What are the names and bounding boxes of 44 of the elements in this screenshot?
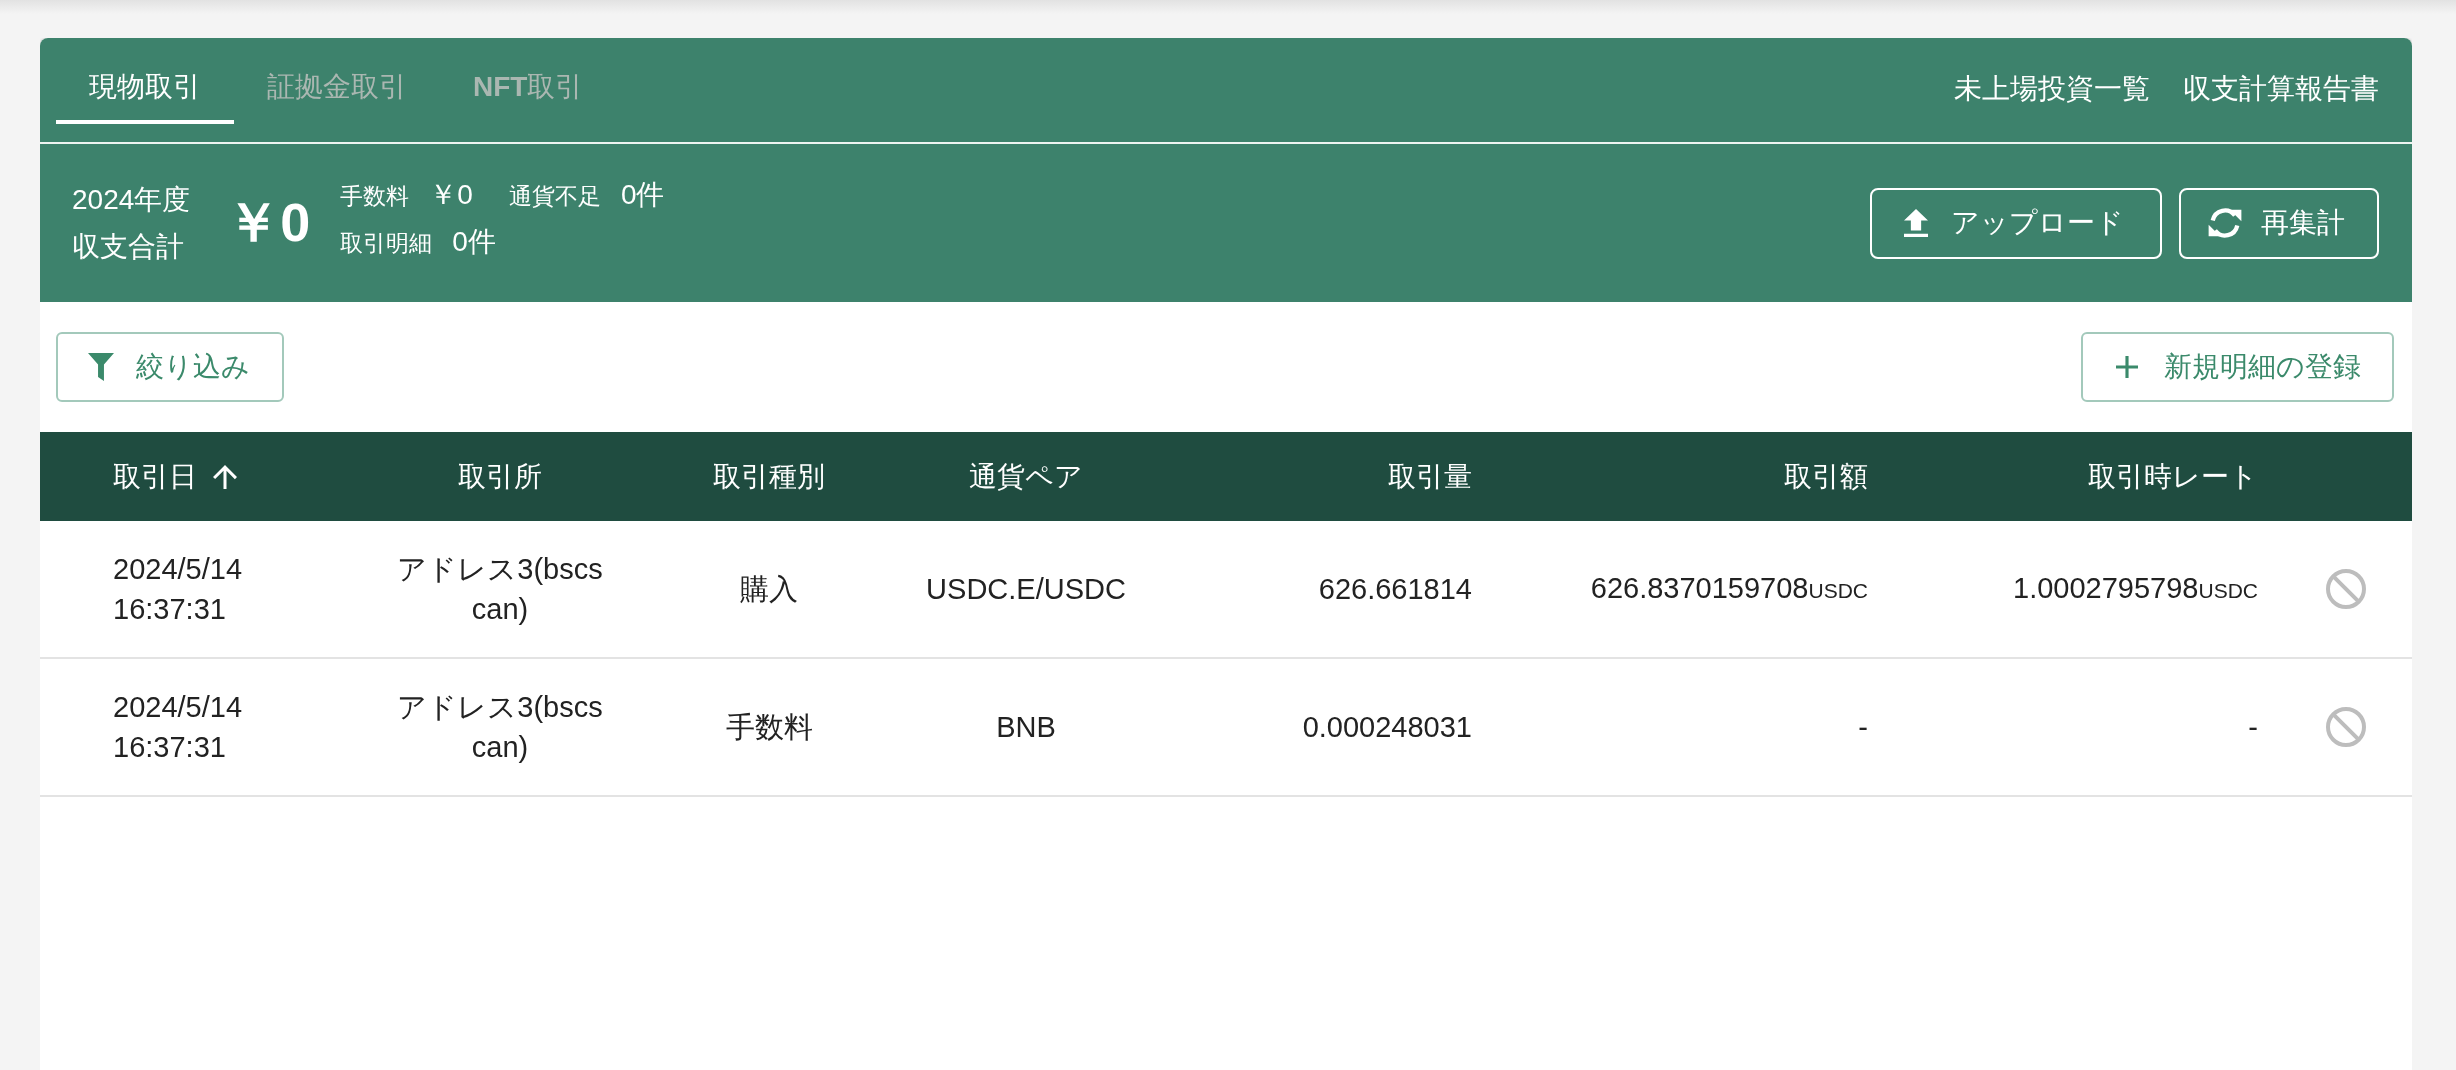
filter-button[interactable]: 絞り込み bbox=[56, 332, 284, 402]
plus-icon bbox=[2116, 356, 2138, 378]
recalculate-button[interactable]: 再集計 bbox=[2179, 187, 2379, 259]
amount-value: - bbox=[1858, 710, 1868, 745]
currency-pair: USDC.E/USDC bbox=[926, 572, 1126, 607]
block-icon[interactable] bbox=[2326, 569, 2366, 609]
header-link[interactable]: 収支計算報告書 bbox=[2183, 70, 2379, 108]
fiscal-year-label: 2024年度 bbox=[72, 183, 191, 217]
column-header[interactable]: 取引日 bbox=[113, 457, 237, 496]
date-time-text: 2024/5/14 16:37:31 bbox=[113, 690, 243, 765]
column-header[interactable]: 取引所 bbox=[458, 457, 542, 496]
currency-pair: BNB bbox=[996, 710, 1056, 745]
quantity-value: 0.000248031 bbox=[1302, 710, 1472, 745]
stat-label: 通貨不足 bbox=[508, 182, 601, 211]
refresh-icon bbox=[2207, 208, 2243, 238]
summary-title: 収支合計 bbox=[72, 230, 185, 264]
exchange-name: アドレス3(bscscan) bbox=[396, 690, 604, 765]
upload-button[interactable]: アップロード bbox=[1870, 187, 2162, 259]
column-header[interactable]: 取引種別 bbox=[713, 457, 825, 496]
rate-value: 1.0002795798USDC bbox=[2013, 570, 2258, 606]
arrow-up-icon[interactable] bbox=[213, 464, 237, 489]
stat-label: 手数料 bbox=[340, 182, 410, 211]
rate-value: - bbox=[2248, 710, 2258, 745]
stat-value: ￥0 bbox=[429, 178, 473, 212]
block-icon[interactable] bbox=[2326, 707, 2366, 747]
tab[interactable]: 現物取引 bbox=[56, 54, 234, 124]
add-button[interactable]: 新規明細の登録 bbox=[2081, 332, 2394, 402]
transaction-type: 手数料 bbox=[725, 710, 813, 745]
column-header[interactable]: 取引時レート bbox=[2088, 457, 2258, 496]
column-header[interactable]: 取引量 bbox=[1388, 457, 1472, 496]
header-link[interactable]: 未上場投資一覧 bbox=[1954, 70, 2150, 108]
date-time-text: 2024/5/14 16:37:31 bbox=[113, 552, 243, 627]
total-amount: ￥0 bbox=[226, 190, 311, 254]
exchange-name: アドレス3(bscscan) bbox=[396, 552, 604, 627]
transaction-type: 購入 bbox=[740, 572, 798, 607]
column-header[interactable]: 通貨ペア bbox=[969, 457, 1083, 496]
column-header[interactable]: 取引額 bbox=[1784, 457, 1868, 496]
upload-icon bbox=[1904, 209, 1928, 237]
filter-icon bbox=[88, 353, 114, 381]
quantity-value: 626.661814 bbox=[1318, 572, 1472, 607]
stat-value: 0件 bbox=[452, 225, 496, 259]
stat-value: 0件 bbox=[620, 178, 665, 212]
stat-label: 取引明細 bbox=[340, 229, 433, 258]
amount-value: 626.8370159708USDC bbox=[1590, 570, 1868, 606]
